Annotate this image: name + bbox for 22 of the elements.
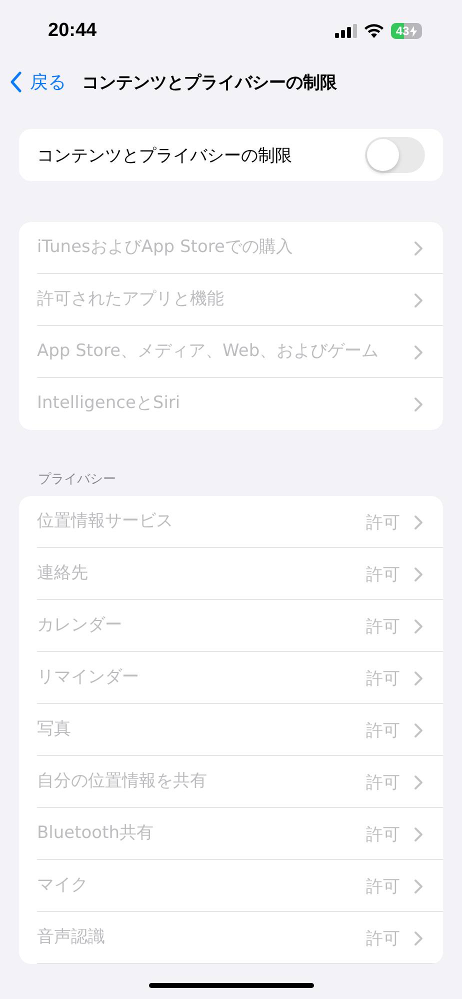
setting-label: コンテンツとプライバシーの制限: [37, 144, 293, 166]
chevron-right-icon: [414, 774, 423, 790]
wifi-icon: [364, 24, 384, 38]
chevron-right-icon: [414, 292, 423, 308]
chevron-right-icon: [414, 240, 423, 256]
chevron-right-icon: [414, 344, 423, 360]
page-title: コンテンツとプライバシーの制限: [82, 72, 337, 94]
chevron-right-icon: [414, 878, 423, 894]
chevron-right-icon: [414, 930, 423, 946]
section-header: プライバシー: [37, 471, 117, 489]
toggle-switch[interactable]: [365, 137, 425, 173]
chevron-right-icon: [414, 396, 423, 412]
chevron-right-icon: [414, 826, 423, 842]
chevron-right-icon: [414, 566, 423, 582]
chevron-right-icon: [414, 722, 423, 738]
status-time: 20:44: [48, 20, 97, 42]
chevron-right-icon: [414, 670, 423, 686]
back-button[interactable]: 戻る: [10, 70, 66, 94]
chevron-left-icon: [10, 71, 22, 93]
chevron-right-icon: [414, 618, 423, 634]
chevron-right-icon: [414, 514, 423, 530]
signal-icon: [335, 24, 357, 38]
